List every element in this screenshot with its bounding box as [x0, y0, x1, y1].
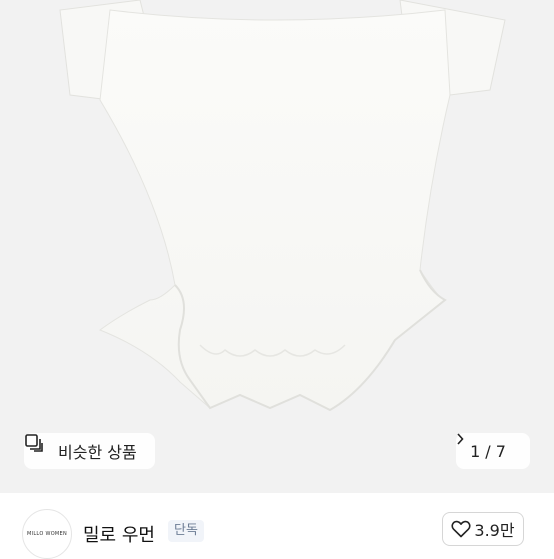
similar-items-button[interactable]: 비슷한 상품 [24, 433, 155, 469]
pager-total: 7 [495, 441, 506, 461]
product-image[interactable]: 비슷한 상품 1 / 7 [0, 0, 554, 493]
similar-items-icon [25, 434, 54, 461]
like-button[interactable]: 3.9만 [442, 512, 524, 546]
image-pager[interactable]: 1 / 7 [456, 433, 530, 469]
product-photo-top [59, 0, 506, 412]
like-count: 3.9만 [474, 521, 515, 540]
pager-current: 1 [470, 441, 481, 461]
similar-items-label: 비슷한 상품 [58, 443, 137, 462]
pager-separator: / [485, 441, 491, 461]
seller-logo-text: MILLO WOMEN [26, 531, 68, 537]
seller-name[interactable]: 밀로 우먼 [83, 521, 155, 547]
heart-outline-icon [451, 520, 471, 538]
exclusive-badge: 단독 [168, 520, 204, 542]
seller-logo[interactable]: MILLO WOMEN [22, 509, 72, 559]
seller-bar: MILLO WOMEN 밀로 우먼 단독 3.9만 [0, 493, 554, 559]
